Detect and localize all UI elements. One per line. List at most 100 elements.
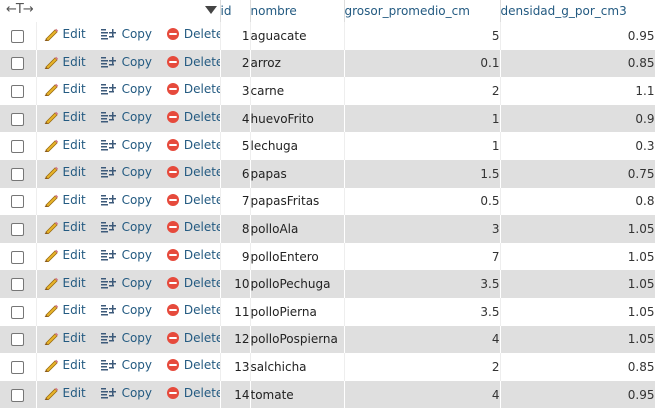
copy-button[interactable]: Copy (100, 193, 152, 207)
cell-grosor[interactable]: 1 (344, 104, 501, 133)
cell-grosor[interactable]: 3.5 (344, 297, 501, 326)
row-checkbox[interactable] (11, 29, 24, 43)
edit-button[interactable]: Edit (43, 358, 86, 373)
row-checkbox[interactable] (11, 333, 24, 347)
row-checkbox[interactable] (11, 360, 24, 374)
edit-button[interactable]: Edit (43, 193, 86, 207)
cell-nombre[interactable]: lechuga (250, 132, 345, 160)
cell-densidad[interactable]: 1.05 (500, 215, 655, 243)
copy-button[interactable]: Copy (100, 220, 152, 234)
edit-button[interactable]: Edit (43, 27, 86, 42)
delete-button[interactable]: Delete (166, 358, 219, 372)
row-checkbox[interactable] (11, 84, 24, 98)
cell-nombre[interactable]: polloAla (250, 215, 345, 243)
copy-button[interactable]: Copy (100, 82, 152, 96)
cell-densidad[interactable]: 1.05 (500, 325, 655, 354)
cell-densidad[interactable]: 1.1 (500, 77, 655, 105)
cell-id[interactable]: 4 (220, 104, 251, 133)
cell-id[interactable]: 9 (220, 242, 251, 271)
cell-grosor[interactable]: 3 (344, 215, 501, 243)
delete-button[interactable]: Delete (166, 138, 219, 152)
cell-grosor[interactable]: 1 (344, 132, 501, 160)
edit-button[interactable]: Edit (43, 248, 86, 263)
column-header-nombre[interactable]: nombre (250, 0, 345, 22)
delete-button[interactable]: Delete (166, 248, 219, 262)
copy-button[interactable]: Copy (100, 331, 152, 345)
cell-densidad[interactable]: 1.05 (500, 270, 655, 298)
cell-nombre[interactable]: polloPierna (250, 297, 345, 326)
cell-nombre[interactable]: polloEntero (250, 242, 345, 271)
delete-button[interactable]: Delete (166, 110, 219, 124)
row-checkbox[interactable] (11, 222, 24, 236)
cell-densidad[interactable]: 1.05 (500, 297, 655, 326)
delete-button[interactable]: Delete (166, 220, 219, 234)
column-header-densidad[interactable]: densidad_g_por_cm3 (500, 0, 655, 22)
delete-button[interactable]: Delete (166, 27, 219, 41)
column-header-grosor[interactable]: grosor_promedio_cm (344, 0, 501, 22)
cell-nombre[interactable]: arroz (250, 49, 345, 78)
cell-grosor[interactable]: 7 (344, 242, 501, 271)
copy-button[interactable]: Copy (100, 276, 152, 290)
cell-densidad[interactable]: 0.9 (500, 104, 655, 133)
edit-button[interactable]: Edit (43, 138, 86, 152)
cell-grosor[interactable]: 1.5 (344, 159, 501, 188)
edit-button[interactable]: Edit (43, 276, 86, 290)
cell-nombre[interactable]: salchicha (250, 353, 345, 381)
cell-id[interactable]: 5 (220, 132, 251, 160)
delete-button[interactable]: Delete (166, 303, 219, 317)
delete-button[interactable]: Delete (166, 193, 219, 207)
cell-densidad[interactable]: 1.05 (500, 242, 655, 271)
cell-grosor[interactable]: 0.5 (344, 187, 501, 216)
row-checkbox[interactable] (11, 140, 24, 154)
copy-button[interactable]: Copy (100, 110, 152, 124)
delete-button[interactable]: Delete (166, 386, 219, 400)
cell-densidad[interactable]: 0.85 (500, 353, 655, 381)
copy-button[interactable]: Copy (100, 138, 152, 152)
cell-densidad[interactable]: 0.95 (500, 380, 655, 408)
edit-button[interactable]: Edit (43, 110, 86, 125)
copy-button[interactable]: Copy (100, 248, 152, 262)
column-resize-arrows[interactable]: ←T→ (6, 2, 34, 17)
cell-id[interactable]: 13 (220, 353, 251, 381)
cell-densidad[interactable]: 0.3 (500, 132, 655, 160)
sort-options-caret-icon[interactable] (204, 6, 217, 14)
cell-id[interactable]: 10 (220, 270, 251, 298)
row-checkbox[interactable] (11, 195, 24, 209)
cell-densidad[interactable]: 0.8 (500, 187, 655, 216)
cell-id[interactable]: 2 (220, 49, 251, 78)
cell-id[interactable]: 3 (220, 77, 251, 105)
edit-button[interactable]: Edit (43, 82, 86, 97)
cell-id[interactable]: 6 (220, 159, 251, 188)
row-checkbox[interactable] (11, 305, 24, 319)
edit-button[interactable]: Edit (43, 386, 86, 401)
row-checkbox[interactable] (11, 278, 24, 292)
cell-id[interactable]: 12 (220, 325, 251, 354)
copy-button[interactable]: Copy (100, 386, 152, 400)
copy-button[interactable]: Copy (100, 27, 152, 41)
column-header-id[interactable]: id (220, 0, 251, 22)
edit-button[interactable]: Edit (43, 331, 86, 345)
cell-grosor[interactable]: 2 (344, 77, 501, 105)
cell-id[interactable]: 14 (220, 380, 251, 408)
cell-grosor[interactable]: 4 (344, 380, 501, 408)
row-checkbox[interactable] (11, 57, 24, 71)
copy-button[interactable]: Copy (100, 55, 152, 69)
copy-button[interactable]: Copy (100, 165, 152, 179)
row-checkbox[interactable] (11, 250, 24, 264)
cell-nombre[interactable]: polloPechuga (250, 270, 345, 298)
edit-button[interactable]: Edit (43, 55, 86, 69)
edit-button[interactable]: Edit (43, 220, 86, 235)
cell-id[interactable]: 7 (220, 187, 251, 216)
cell-densidad[interactable]: 0.75 (500, 159, 655, 188)
cell-nombre[interactable]: carne (250, 77, 345, 105)
delete-button[interactable]: Delete (166, 165, 219, 179)
row-checkbox[interactable] (11, 112, 24, 126)
delete-button[interactable]: Delete (166, 55, 219, 69)
cell-densidad[interactable]: 0.95 (500, 22, 655, 50)
copy-button[interactable]: Copy (100, 358, 152, 372)
copy-button[interactable]: Copy (100, 303, 152, 317)
cell-nombre[interactable]: polloPospierna (250, 325, 345, 354)
cell-nombre[interactable]: aguacate (250, 22, 345, 50)
cell-grosor[interactable]: 4 (344, 325, 501, 354)
cell-id[interactable]: 8 (220, 215, 251, 243)
